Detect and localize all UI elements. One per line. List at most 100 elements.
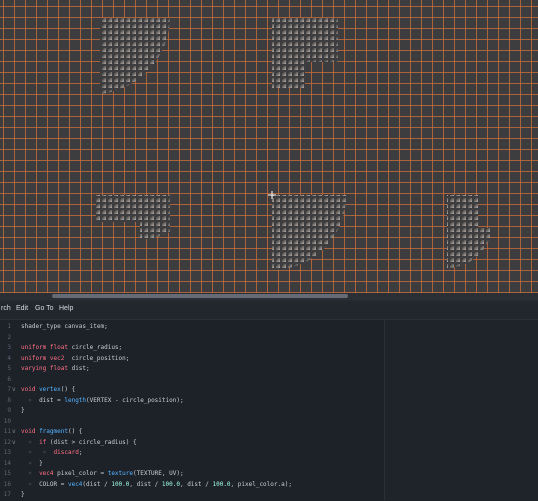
code-text: } xyxy=(21,406,25,417)
code-text: void vertex() { xyxy=(21,385,75,396)
code-token: circle_position; xyxy=(71,354,130,362)
canvas-viewport[interactable] xyxy=(0,0,538,300)
sprite-bottom-middle[interactable] xyxy=(272,195,348,271)
code-token: } xyxy=(21,407,25,414)
chevron-down-icon[interactable]: v xyxy=(12,385,16,396)
code-line[interactable]: 8 » dist = length(VERTEX - circle_positi… xyxy=(0,396,384,407)
code-line[interactable]: 7 v void vertex() { xyxy=(0,385,384,396)
line-number: 3 xyxy=(7,344,11,351)
code-line[interactable]: 9} xyxy=(0,406,384,417)
code-line[interactable]: 16 » COLOR = vec4(dist / 100.0, dist / 1… xyxy=(0,480,384,491)
code-token: () { xyxy=(67,428,83,435)
code-token: (VERTEX - circle_position); xyxy=(86,396,184,404)
code-text: » vec4 pixel_color = texture(TEXTURE, UV… xyxy=(21,469,184,480)
code-line[interactable]: 13 » » discard; xyxy=(0,448,384,459)
line-number: 7 xyxy=(7,386,11,393)
line-number: 1 xyxy=(7,323,11,330)
editor-side-panel xyxy=(385,320,538,500)
code-text: void fragment() { xyxy=(21,427,82,438)
code-text: varying float dist; xyxy=(21,364,90,375)
code-text: » if (dist > circle_radius) { xyxy=(21,438,137,449)
code-token: shader_type canvas_item; xyxy=(21,323,108,330)
line-number: 9 xyxy=(7,407,11,414)
line-number: 15 xyxy=(3,470,11,477)
code-token: void xyxy=(21,428,40,435)
script-editor-menubar: rch Edit Go To Help xyxy=(0,302,538,320)
code-token: (dist > circle_radius) { xyxy=(49,438,137,446)
tab-arrow-icon: » xyxy=(21,470,40,477)
code-line[interactable]: 15 » vec4 pixel_color = texture(TEXTURE,… xyxy=(0,469,384,480)
tab-arrow-icon: » xyxy=(21,396,40,404)
menu-go-to[interactable]: Go To xyxy=(35,305,54,312)
line-number: 8 xyxy=(7,396,11,404)
code-token: vec4 xyxy=(67,480,83,488)
code-token: discard xyxy=(53,449,79,456)
code-line[interactable]: 11 v void fragment() { xyxy=(0,427,384,438)
sprite-top-middle[interactable] xyxy=(272,18,342,90)
code-line[interactable]: 2 xyxy=(0,333,384,344)
chevron-down-icon[interactable]: v xyxy=(12,427,16,438)
chevron-down-icon[interactable]: v xyxy=(12,438,16,449)
code-line[interactable]: 17} xyxy=(0,490,384,501)
code-editor[interactable]: 1 shader_type canvas_item; 2 3 uniform float… xyxy=(0,320,385,500)
line-number: 14 xyxy=(3,459,11,467)
code-token: , pixel_color.a); xyxy=(230,480,292,488)
code-token: dist; xyxy=(71,365,90,372)
line-number: 4 xyxy=(7,354,11,362)
code-token: 100.0 xyxy=(161,480,180,488)
menu-rch[interactable]: rch xyxy=(1,305,11,312)
code-token: varying float xyxy=(21,365,72,372)
scrollbar-thumb[interactable] xyxy=(52,294,348,298)
line-number: 10 xyxy=(3,417,11,425)
sprite-bottom-left[interactable] xyxy=(96,195,172,243)
code-token: 100.0 xyxy=(111,480,130,488)
code-token: } xyxy=(21,491,25,498)
code-line[interactable]: 12 v » if (dist > circle_radius) { xyxy=(0,438,384,449)
code-token: vertex xyxy=(39,386,61,393)
tab-arrow-icon: » xyxy=(21,459,40,467)
code-token: void xyxy=(21,386,40,393)
code-line[interactable]: 14 » } xyxy=(0,459,384,470)
code-token: , dist / xyxy=(129,480,162,488)
tab-arrow-icon: » » xyxy=(21,449,54,456)
code-line[interactable]: 5 varying float dist; xyxy=(0,364,384,375)
code-line[interactable]: 4 uniform vec2 circle_position; xyxy=(0,354,384,365)
code-token: texture xyxy=(107,470,133,477)
horizontal-scrollbar[interactable] xyxy=(0,293,538,300)
code-token: , dist / xyxy=(179,480,213,488)
code-token: 100.0 xyxy=(212,480,231,488)
code-text: » } xyxy=(21,459,42,470)
code-token: if xyxy=(39,438,50,446)
line-number: 12 xyxy=(3,438,11,446)
code-token: fragment xyxy=(39,428,68,435)
code-token: (TEXTURE, UV); xyxy=(133,470,184,477)
tab-arrow-icon: » xyxy=(21,480,40,488)
sprite-bottom-right[interactable] xyxy=(447,195,497,271)
menu-edit[interactable]: Edit xyxy=(16,305,28,312)
code-token: vec4 xyxy=(39,470,58,477)
line-number: 5 xyxy=(7,365,11,372)
sprite-top-left[interactable] xyxy=(96,18,176,98)
line-number: 6 xyxy=(7,375,11,383)
code-text: » » discard; xyxy=(21,448,82,459)
code-token: (dist / xyxy=(82,480,112,488)
code-text: } xyxy=(21,490,25,501)
line-number: 16 xyxy=(3,480,11,488)
menu-help[interactable]: Help xyxy=(59,305,73,312)
code-line[interactable]: 6 xyxy=(0,375,384,386)
tab-arrow-icon: » xyxy=(21,438,40,446)
line-number: 17 xyxy=(3,491,11,498)
code-text: uniform vec2 circle_position; xyxy=(21,354,129,365)
code-token: length xyxy=(64,396,87,404)
code-token: uniform float xyxy=(21,344,72,351)
code-text: uniform float circle_radius; xyxy=(21,343,122,354)
code-line[interactable]: 1 shader_type canvas_item; xyxy=(0,322,384,333)
code-token: ; xyxy=(78,449,83,456)
code-token: uniform vec2 xyxy=(21,354,72,362)
code-token: dist = xyxy=(39,396,65,404)
code-line[interactable]: 3 uniform float circle_radius; xyxy=(0,343,384,354)
code-token: COLOR = xyxy=(39,480,68,488)
line-number: 11 xyxy=(3,428,11,435)
code-text: » dist = length(VERTEX - circle_position… xyxy=(21,396,184,407)
code-line[interactable]: 10 xyxy=(0,417,384,428)
